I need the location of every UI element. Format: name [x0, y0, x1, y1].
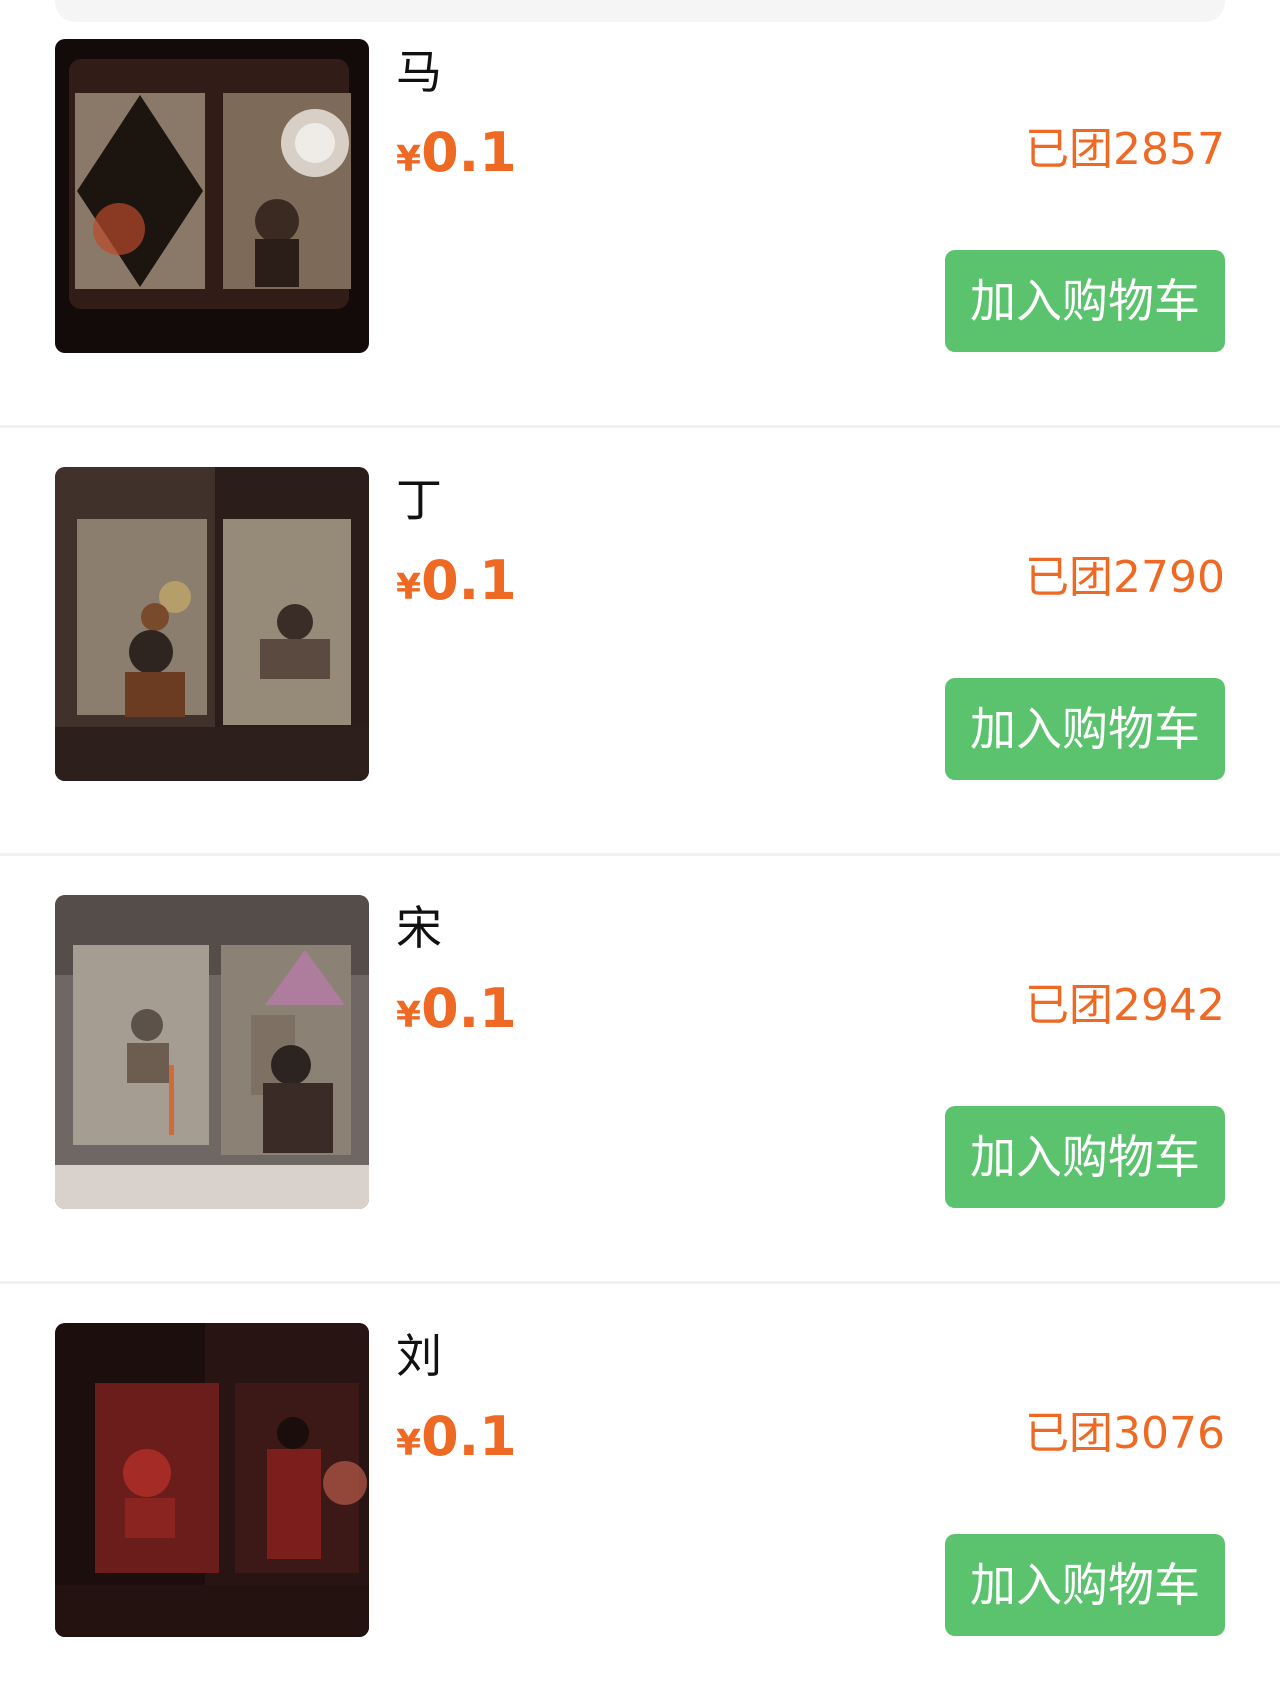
product-thumbnail[interactable]	[55, 467, 369, 781]
product-thumbnail[interactable]	[55, 39, 369, 353]
product-item[interactable]: 刘 ¥0.1 已团3076 加入购物车	[0, 1284, 1280, 1707]
add-to-cart-button[interactable]: 加入购物车	[945, 678, 1225, 780]
price-value: 0.1	[421, 549, 517, 612]
product-price: ¥0.1	[396, 1402, 517, 1485]
price-value: 0.1	[421, 977, 517, 1040]
currency-symbol: ¥	[396, 567, 422, 608]
thumbnail-image	[55, 467, 369, 781]
product-price: ¥0.1	[396, 974, 517, 1057]
thumbnail-image	[55, 1323, 369, 1637]
sold-count: 已团2857	[1025, 124, 1225, 175]
add-to-cart-button[interactable]: 加入购物车	[945, 1534, 1225, 1636]
price-value: 0.1	[421, 1405, 517, 1468]
add-to-cart-button[interactable]: 加入购物车	[945, 1106, 1225, 1208]
add-to-cart-button[interactable]: 加入购物车	[945, 250, 1225, 352]
product-list-page: 马 ¥0.1 已团2857 加入购物车 丁 ¥0.1 已团2790 加入购物车 …	[0, 0, 1280, 1707]
sold-count: 已团2790	[1025, 552, 1225, 603]
currency-symbol: ¥	[396, 995, 422, 1036]
product-item[interactable]: 宋 ¥0.1 已团2942 加入购物车	[0, 856, 1280, 1284]
product-name: 丁	[396, 473, 442, 527]
product-thumbnail[interactable]	[55, 1323, 369, 1637]
thumbnail-image	[55, 895, 369, 1209]
sold-count: 已团3076	[1025, 1408, 1225, 1459]
product-item[interactable]: 丁 ¥0.1 已团2790 加入购物车	[0, 428, 1280, 856]
product-price: ¥0.1	[396, 546, 517, 629]
currency-symbol: ¥	[396, 139, 422, 180]
currency-symbol: ¥	[396, 1423, 422, 1464]
product-price: ¥0.1	[396, 118, 517, 201]
sold-count: 已团2942	[1025, 980, 1225, 1031]
product-name: 马	[396, 45, 442, 99]
thumbnail-image	[55, 39, 369, 353]
product-name: 刘	[396, 1329, 442, 1383]
price-value: 0.1	[421, 121, 517, 184]
product-item[interactable]: 马 ¥0.1 已团2857 加入购物车	[0, 0, 1280, 428]
product-name: 宋	[396, 901, 442, 955]
product-thumbnail[interactable]	[55, 895, 369, 1209]
